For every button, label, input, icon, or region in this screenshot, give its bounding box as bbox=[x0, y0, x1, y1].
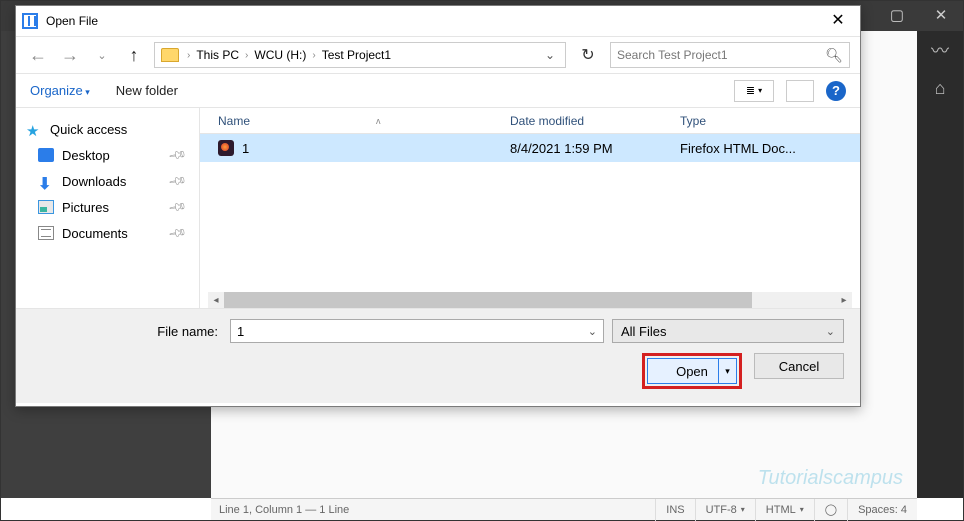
star-icon: ★ bbox=[26, 122, 42, 136]
pictures-icon bbox=[38, 200, 54, 214]
chevron-right-icon: › bbox=[243, 50, 250, 61]
forward-icon[interactable]: → bbox=[58, 45, 82, 66]
col-type[interactable]: Type bbox=[680, 114, 860, 128]
h-scrollbar[interactable]: ◂ ▸ bbox=[208, 292, 852, 308]
download-icon: ⬇ bbox=[38, 174, 54, 188]
tree-pictures[interactable]: Pictures 📌︎ bbox=[20, 194, 195, 220]
status-cursor: Line 1, Column 1 — 1 Line bbox=[211, 504, 655, 516]
editor-max-icon[interactable]: ▢ bbox=[875, 1, 919, 31]
refresh-icon[interactable]: ↻ bbox=[574, 42, 602, 68]
close-icon[interactable]: ✕ bbox=[816, 6, 860, 36]
firefox-file-icon bbox=[218, 140, 234, 156]
new-folder-button[interactable]: New folder bbox=[116, 83, 178, 98]
package-icon[interactable]: ⌂ bbox=[917, 69, 963, 107]
open-split-chevron-icon[interactable]: ▾ bbox=[718, 359, 736, 383]
status-spaces[interactable]: Spaces: 4 bbox=[847, 499, 917, 521]
chevron-down-icon[interactable]: ⌄ bbox=[588, 325, 597, 338]
file-type: Firefox HTML Doc... bbox=[680, 141, 860, 156]
chevron-down-icon: ⌄ bbox=[826, 325, 835, 338]
tree-quick-access[interactable]: ★ Quick access bbox=[20, 116, 195, 142]
dialog-toolbar: Organize New folder ≣▾ ? bbox=[16, 74, 860, 108]
cancel-button[interactable]: Cancel bbox=[754, 353, 844, 379]
pin-icon: 📌︎ bbox=[167, 145, 188, 165]
folder-icon bbox=[161, 48, 179, 62]
dialog-bottom: File name: 1 ⌄ All Files ⌄ Open ▾ bbox=[16, 308, 860, 403]
search-placeholder: Search Test Project1 bbox=[617, 48, 728, 62]
scroll-thumb[interactable] bbox=[224, 292, 752, 308]
organize-menu[interactable]: Organize bbox=[30, 83, 90, 98]
pin-icon: 📌︎ bbox=[167, 223, 188, 243]
file-row[interactable]: 1 8/4/2021 1:59 PM Firefox HTML Doc... bbox=[200, 134, 860, 162]
editor-right-panel: 〰 ⌂ bbox=[917, 31, 963, 498]
tree-desktop[interactable]: Desktop 📌︎ bbox=[20, 142, 195, 168]
app-icon bbox=[22, 13, 38, 29]
open-button-highlight: Open ▾ bbox=[642, 353, 742, 389]
up-icon[interactable]: ↑ bbox=[122, 45, 146, 66]
scroll-left-icon[interactable]: ◂ bbox=[208, 292, 224, 308]
chevron-down-icon[interactable]: ⌄ bbox=[539, 48, 561, 62]
col-modified[interactable]: Date modified bbox=[510, 114, 680, 128]
dialog-title: Open File bbox=[46, 14, 98, 28]
file-list: Name ʌ Date modified Type 1 8/4/2021 1:59… bbox=[200, 108, 860, 308]
file-filter-select[interactable]: All Files ⌄ bbox=[612, 319, 844, 343]
tree-downloads[interactable]: ⬇ Downloads 📌︎ bbox=[20, 168, 195, 194]
back-icon[interactable]: ← bbox=[26, 45, 50, 66]
status-ins[interactable]: INS bbox=[655, 499, 694, 521]
open-button[interactable]: Open ▾ bbox=[647, 358, 737, 384]
status-lang[interactable]: HTML▾ bbox=[755, 499, 814, 521]
search-input[interactable]: Search Test Project1 🔍︎ bbox=[610, 42, 850, 68]
crumb-drive[interactable]: WCU (H:) bbox=[250, 48, 310, 62]
breadcrumb[interactable]: › This PC › WCU (H:) › Test Project1 ⌄ bbox=[154, 42, 566, 68]
col-name[interactable]: Name bbox=[218, 114, 250, 128]
chevron-right-icon: › bbox=[310, 50, 317, 61]
watermark: Tutorialscampus bbox=[758, 467, 903, 490]
editor-window: ✕ ▢ — 〰 ⌂ Line 1, Column 1 — 1 Line INS … bbox=[0, 0, 964, 521]
sort-asc-icon: ʌ bbox=[376, 116, 381, 126]
open-file-dialog: Open File ✕ ← → ⌄ ↑ › This PC › WCU (H:)… bbox=[15, 5, 861, 407]
chevron-right-icon: › bbox=[185, 50, 192, 61]
crumb-this-pc[interactable]: This PC bbox=[192, 48, 243, 62]
tree-documents[interactable]: Documents 📌︎ bbox=[20, 220, 195, 246]
nav-tree: ★ Quick access Desktop 📌︎ ⬇ Downloads 📌︎… bbox=[16, 108, 200, 308]
status-encoding[interactable]: UTF-8▾ bbox=[695, 499, 755, 521]
search-icon: 🔍︎ bbox=[825, 47, 843, 64]
activity-icon[interactable]: 〰 bbox=[917, 31, 963, 69]
help-icon[interactable]: ? bbox=[826, 81, 846, 101]
crumb-folder[interactable]: Test Project1 bbox=[318, 48, 395, 62]
view-mode-button[interactable]: ≣▾ bbox=[734, 80, 774, 102]
preview-pane-button[interactable] bbox=[786, 80, 814, 102]
editor-statusbar: Line 1, Column 1 — 1 Line INS UTF-8▾ HTM… bbox=[211, 498, 917, 520]
documents-icon bbox=[38, 226, 54, 240]
filename-label: File name: bbox=[32, 324, 222, 339]
dialog-nav: ← → ⌄ ↑ › This PC › WCU (H:) › Test Proj… bbox=[16, 36, 860, 74]
column-headers[interactable]: Name ʌ Date modified Type bbox=[200, 108, 860, 134]
pin-icon: 📌︎ bbox=[167, 171, 188, 191]
file-modified: 8/4/2021 1:59 PM bbox=[510, 141, 680, 156]
desktop-icon bbox=[38, 148, 54, 162]
status-circle-icon[interactable]: ◯ bbox=[814, 499, 847, 521]
editor-close-icon[interactable]: ✕ bbox=[919, 1, 963, 31]
file-name: 1 bbox=[242, 141, 249, 156]
scroll-right-icon[interactable]: ▸ bbox=[836, 292, 852, 308]
recent-chevron-icon[interactable]: ⌄ bbox=[90, 49, 114, 62]
pin-icon: 📌︎ bbox=[167, 197, 188, 217]
filename-input[interactable]: 1 ⌄ bbox=[230, 319, 604, 343]
dialog-titlebar: Open File ✕ bbox=[16, 6, 860, 36]
